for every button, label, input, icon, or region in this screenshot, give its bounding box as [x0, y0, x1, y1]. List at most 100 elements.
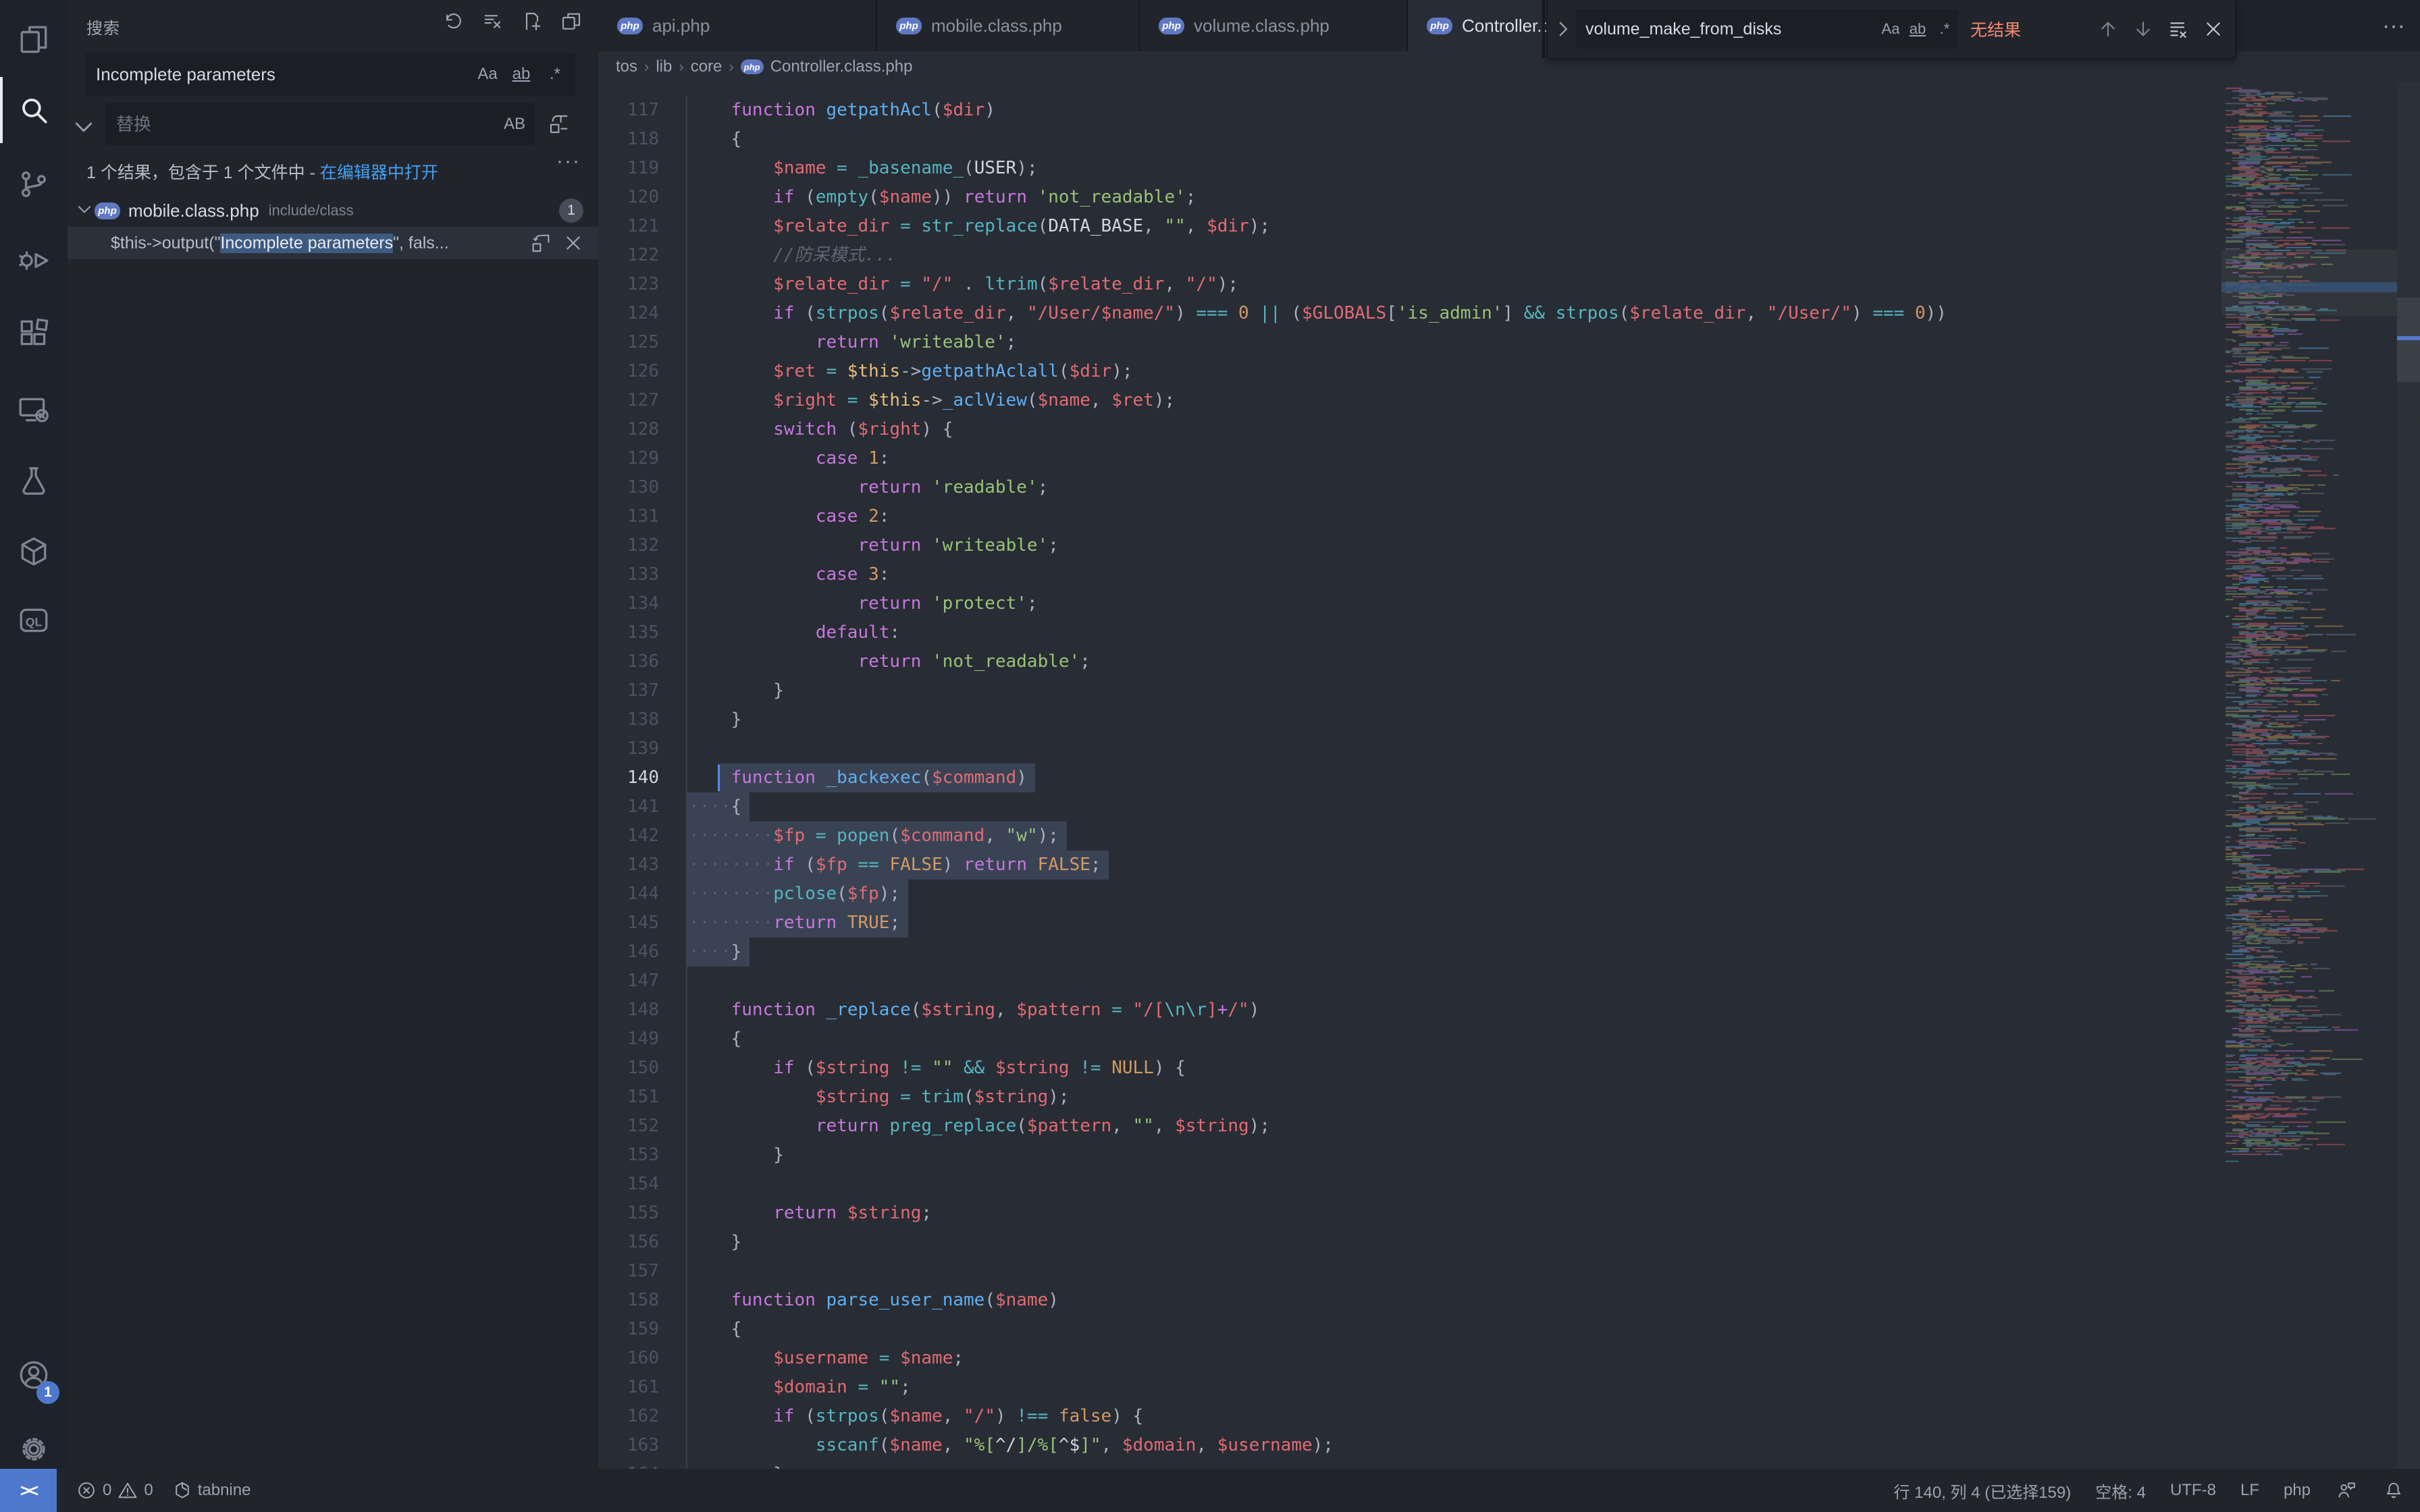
activitybar-package-icon[interactable]	[0, 516, 68, 587]
search-result-file-row[interactable]: php mobile.class.php include/class 1	[68, 194, 598, 227]
dismiss-match-button[interactable]	[560, 230, 586, 256]
tab-mobile.class.php[interactable]: phpmobile.class.php	[877, 0, 1140, 51]
code-line-content[interactable]: if ($string != "" && $string != NULL) {	[686, 1054, 2397, 1083]
code-line-content[interactable]: function getpathAcl($dir)	[686, 96, 2397, 125]
open-in-editor-icon[interactable]	[556, 7, 586, 36]
search-input[interactable]	[85, 64, 473, 85]
find-input[interactable]	[1576, 20, 1877, 39]
code-line-content[interactable]: }	[686, 1228, 2397, 1257]
breadcrumb-item-tos[interactable]: tos	[616, 57, 637, 76]
code-line-content[interactable]: if (empty($name)) return 'not_readable';	[686, 183, 2397, 212]
activitybar-search-icon[interactable]	[0, 74, 68, 146]
code-line-content[interactable]: return 'protect';	[686, 589, 2397, 618]
code-line-content[interactable]: ····{	[686, 792, 2397, 821]
activitybar-remote-explorer-icon[interactable]	[0, 374, 68, 446]
code-line-content[interactable]: return preg_replace($pattern, "", $strin…	[686, 1112, 2397, 1141]
scrollbar[interactable]	[2397, 82, 2420, 1469]
find-next-icon[interactable]	[2128, 14, 2158, 44]
code-line-content[interactable]: $relate_dir = "/" . ltrim($relate_dir, "…	[686, 270, 2397, 299]
more-actions-icon[interactable]: ···	[2378, 10, 2409, 41]
whole-word-toggle[interactable]: ab	[506, 59, 536, 89]
problems-status[interactable]: 0 0	[76, 1480, 153, 1501]
tabnine-status[interactable]: tabnine	[172, 1480, 251, 1501]
tab-volume.class.php[interactable]: phpvolume.class.php	[1140, 0, 1408, 51]
search-details-toggle[interactable]: ···	[550, 150, 587, 173]
code-line-content[interactable]: default:	[686, 618, 2397, 647]
split-editor-icon[interactable]	[2334, 10, 2365, 41]
code-line-content[interactable]: return 'writeable';	[686, 328, 2397, 357]
code-line-content[interactable]: return $string;	[686, 1199, 2397, 1228]
find-regex-toggle[interactable]: .*	[1931, 16, 1958, 43]
preserve-case-toggle[interactable]: AB	[500, 109, 529, 139]
code-line-content[interactable]	[686, 1170, 2397, 1199]
code-line-content[interactable]: ········$fp = popen($command, "w");	[686, 821, 2397, 850]
code-line-content[interactable]: function parse_user_name($name)	[686, 1286, 2397, 1315]
code-line-content[interactable]: }	[686, 676, 2397, 705]
code-line-content[interactable]	[686, 734, 2397, 763]
code-line-content[interactable]: }	[686, 1141, 2397, 1170]
code-line-content[interactable]: ········return TRUE;	[686, 909, 2397, 938]
activitybar-extensions-icon[interactable]	[0, 298, 68, 369]
activitybar-run-debug-icon[interactable]	[0, 225, 68, 296]
code-line-content[interactable]: case 3:	[686, 560, 2397, 589]
regex-toggle[interactable]: .*	[540, 59, 570, 89]
find-match-case-toggle[interactable]: Aa	[1877, 16, 1904, 43]
code-line-content[interactable]: return 'readable';	[686, 473, 2397, 502]
minimap[interactable]	[2221, 82, 2397, 1469]
status-cursor-position[interactable]: 行 140, 列 4 (已选择159)	[1893, 1479, 2071, 1503]
code-line-content[interactable]: if (strpos($relate_dir, "/User/$name/") …	[686, 299, 2397, 328]
find-whole-word-toggle[interactable]: ab	[1904, 16, 1931, 43]
code-line-content[interactable]: //防呆模式...	[686, 241, 2397, 270]
code-line-content[interactable]: switch ($right) {	[686, 415, 2397, 444]
code-line-content[interactable]: case 1:	[686, 444, 2397, 473]
tab-api.php[interactable]: phpapi.php	[598, 0, 877, 51]
code-line-content[interactable]: {	[686, 1025, 2397, 1054]
status-encoding[interactable]: UTF-8	[2170, 1481, 2216, 1500]
match-case-toggle[interactable]: Aa	[473, 59, 502, 89]
new-search-editor-icon[interactable]	[517, 7, 547, 36]
code-line-content[interactable]: ········if ($fp == FALSE) return FALSE;	[686, 850, 2397, 880]
code-line-content[interactable]: case 2:	[686, 502, 2397, 531]
code-line-content[interactable]: sscanf($name, "%[^/]/%[^$]", $domain, $u…	[686, 1431, 2397, 1460]
code-line-content[interactable]: $ret = $this->getpathAclall($dir);	[686, 357, 2397, 386]
code-line-content[interactable]: $string = trim($string);	[686, 1083, 2397, 1112]
feedback-icon[interactable]	[2335, 1479, 2358, 1502]
find-previous-icon[interactable]	[2093, 14, 2123, 44]
code-line-content[interactable]: {	[686, 125, 2397, 154]
open-in-editor-link[interactable]: 在编辑器中打开	[320, 163, 438, 182]
activitybar-codeql-icon[interactable]: QL	[0, 585, 68, 656]
code-line-content[interactable]: if (strpos($name, "/") !== false) {	[686, 1402, 2397, 1431]
activitybar-source-control-icon[interactable]	[0, 148, 68, 220]
replace-all-button[interactable]	[544, 109, 574, 139]
code-line-content[interactable]: $name = _basename_(USER);	[686, 154, 2397, 183]
clear-results-icon[interactable]	[478, 7, 508, 36]
replace-match-button[interactable]	[528, 230, 554, 256]
activitybar-testing-icon[interactable]	[0, 446, 68, 517]
find-widget-sash[interactable]	[1542, 0, 1545, 58]
code-line-content[interactable]: return 'not_readable';	[686, 647, 2397, 676]
code-line-content[interactable]: return 'writeable';	[686, 531, 2397, 560]
code-line-content[interactable]	[686, 967, 2397, 996]
find-toggle-replace-chevron[interactable]	[1552, 18, 1575, 40]
code-line-content[interactable]: function _backexec($command)	[686, 763, 2397, 792]
status-indentation[interactable]: 空格: 4	[2095, 1479, 2146, 1503]
bell-icon[interactable]	[2382, 1479, 2405, 1502]
find-in-selection-icon[interactable]	[2163, 14, 2193, 44]
code-editor[interactable]: 117 function getpathAcl($dir)118 {119 $n…	[598, 82, 2397, 1469]
refresh-icon[interactable]	[439, 7, 469, 36]
replace-input[interactable]	[105, 114, 500, 135]
code-line-content[interactable]: $relate_dir = str_replace(DATA_BASE, "",…	[686, 212, 2397, 241]
code-line-content[interactable]: function _replace($string, $pattern = "/…	[686, 996, 2397, 1025]
code-line-content[interactable]: $domain = "";	[686, 1373, 2397, 1402]
breadcrumb-item-lib[interactable]: lib	[656, 57, 672, 76]
remote-indicator[interactable]: ><	[0, 1469, 57, 1512]
activitybar-explorer-icon[interactable]	[0, 4, 68, 76]
toggle-replace-chevron[interactable]	[70, 113, 97, 140]
code-line-content[interactable]: ········pclose($fp);	[686, 880, 2397, 909]
activitybar-account-icon[interactable]: 1	[0, 1339, 68, 1411]
code-line-content[interactable]: $username = $name;	[686, 1344, 2397, 1373]
breadcrumb-item-Controller.class.php[interactable]: phpController.class.php	[741, 57, 913, 76]
code-line-content[interactable]: {	[686, 1315, 2397, 1344]
code-line-content[interactable]	[686, 1257, 2397, 1286]
search-match-row[interactable]: $this->output("Incomplete parameters", f…	[68, 227, 598, 259]
